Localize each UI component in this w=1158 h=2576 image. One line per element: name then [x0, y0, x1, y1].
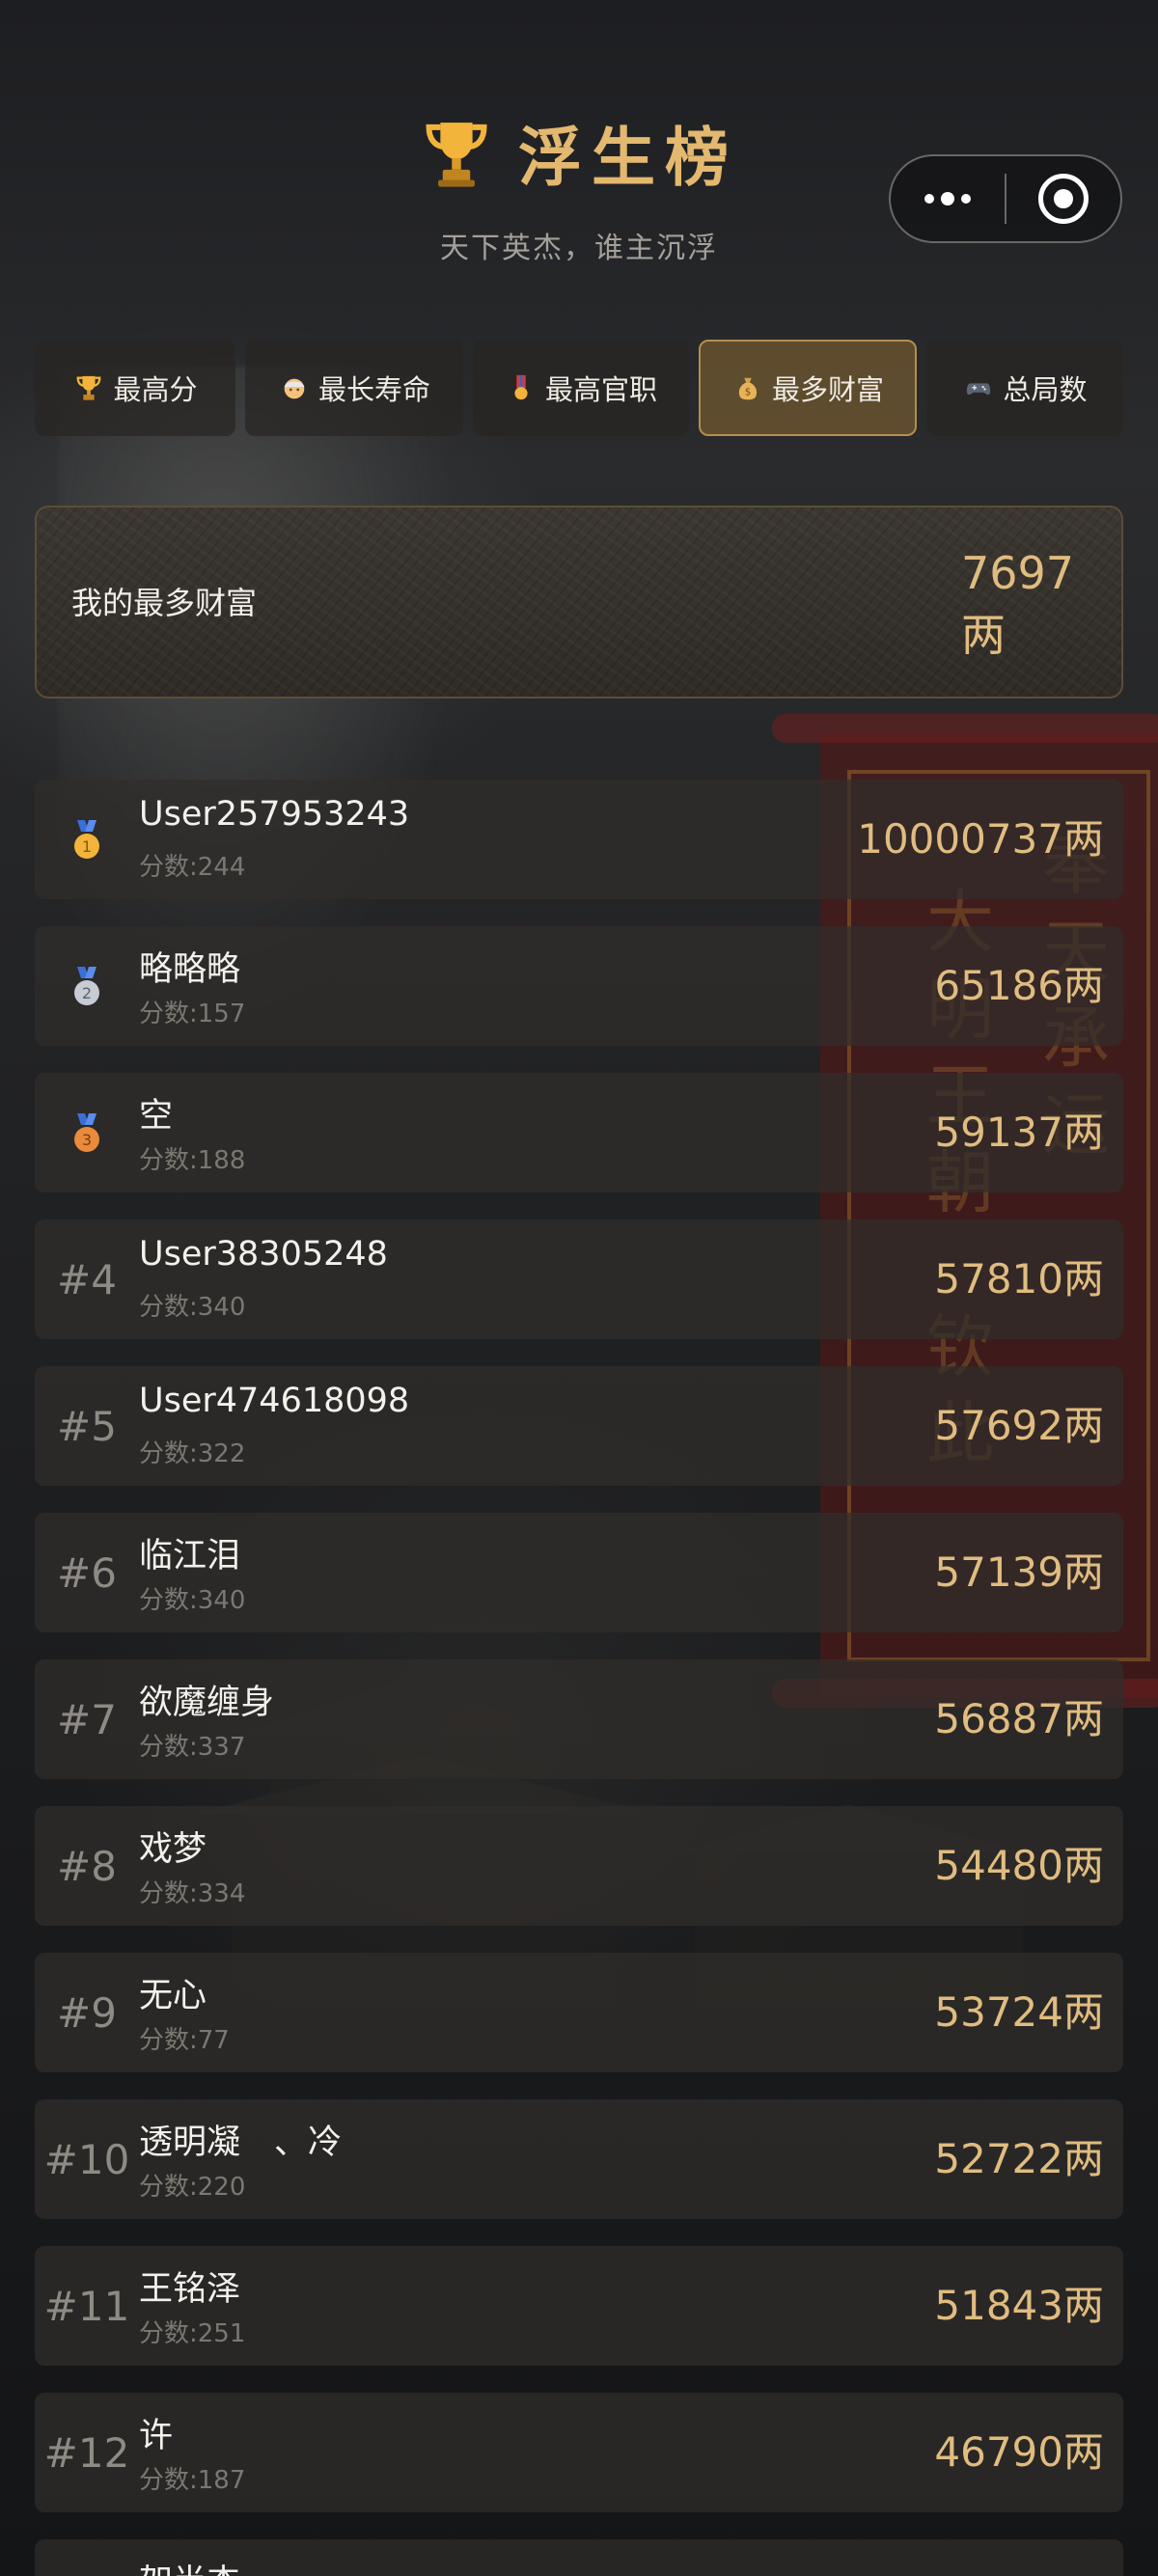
- player-name: 王铭泽: [139, 2270, 241, 2309]
- silver-medal-icon: 2: [74, 967, 99, 1005]
- tab-highest-score[interactable]: 最高分: [35, 340, 235, 436]
- rank-number: #6: [57, 1548, 117, 1597]
- gold-medal-icon: 1: [74, 820, 99, 859]
- player-wealth: 59137两: [934, 1109, 1104, 1156]
- bronze-medal-icon: 3: [74, 1113, 99, 1152]
- rank-number: #9: [57, 1988, 117, 2037]
- game-controller-icon: [962, 373, 995, 403]
- rank-number: #11: [43, 2282, 130, 2330]
- rank-number: #7: [57, 1695, 117, 1743]
- player-wealth: 65186两: [934, 962, 1104, 1009]
- player-wealth: 51843两: [934, 2282, 1104, 2329]
- player-score: 分数:187: [139, 2466, 246, 2495]
- player-name: User38305248: [139, 1235, 388, 1274]
- player-wealth: 46790两: [934, 2428, 1104, 2476]
- rank-number: #5: [57, 1402, 117, 1450]
- player-score: 分数:334: [139, 1879, 246, 1908]
- player-name: 架半杰: [139, 2555, 240, 2576]
- tab-most-wealth[interactable]: $ 最多财富: [699, 340, 917, 436]
- trophy-icon: [72, 373, 105, 403]
- player-name: 欲魔缠身: [139, 1684, 275, 1722]
- player-score: 分数:77: [139, 2026, 230, 2055]
- close-button[interactable]: [1006, 156, 1120, 241]
- category-tabs: 最高分 最长寿命 最高官职 $ 最多财富 总局数: [35, 340, 1123, 438]
- leaderboard-list: 1 User257953243 分数:244 10000737两 2 略略略 分…: [35, 780, 1123, 2576]
- player-score: 分数:251: [139, 2319, 246, 2348]
- leaderboard-row[interactable]: #10 透明凝 、冷 分数:220 52722两: [35, 2099, 1123, 2219]
- player-name: 许: [139, 2417, 174, 2455]
- player-wealth: 52722两: [934, 2135, 1104, 2182]
- leaderboard-row-partial[interactable]: 架半杰: [35, 2539, 1123, 2576]
- mini-program-capsule: [889, 154, 1122, 243]
- rank-number: [35, 2539, 139, 2576]
- leaderboard-row[interactable]: #4 User38305248 分数:340 57810两: [35, 1219, 1123, 1339]
- svg-text:$: $: [745, 387, 752, 398]
- player-score: 分数:188: [139, 1146, 246, 1175]
- player-score: 分数:340: [139, 1586, 246, 1615]
- player-score: 分数:337: [139, 1733, 246, 1762]
- leaderboard-row[interactable]: #5 User474618098 分数:322 57692两: [35, 1366, 1123, 1486]
- player-wealth: 56887两: [934, 1695, 1104, 1742]
- rank-number: #12: [43, 2428, 130, 2477]
- leaderboard-page: 奉 天 承 运 大 明 王 朝 钦 此: [0, 0, 1158, 2576]
- player-name: User257953243: [139, 795, 410, 834]
- target-circle-icon: [1037, 174, 1089, 224]
- trophy-icon: [426, 123, 487, 187]
- player-name: 无心: [139, 1977, 207, 2015]
- player-score: 分数:220: [139, 2173, 246, 2202]
- more-button[interactable]: [891, 156, 1005, 241]
- leaderboard-row[interactable]: 2 略略略 分数:157 65186两: [35, 926, 1123, 1046]
- svg-text:1: 1: [82, 837, 92, 856]
- leaderboard-row[interactable]: 1 User257953243 分数:244 10000737两: [35, 780, 1123, 899]
- player-score: 分数:322: [139, 1439, 246, 1468]
- player-wealth: 57810两: [934, 1255, 1104, 1302]
- player-wealth: 54480两: [934, 1842, 1104, 1889]
- svg-text:2: 2: [82, 984, 92, 1002]
- leaderboard-row[interactable]: #6 临江泪 分数:340 57139两: [35, 1513, 1123, 1632]
- military-medal-icon: [505, 373, 538, 403]
- rank-badge: 1: [35, 780, 139, 899]
- tab-label: 最高分: [113, 373, 198, 406]
- player-name: 透明凝 、冷: [139, 2124, 343, 2162]
- tab-total-games[interactable]: 总局数: [926, 340, 1123, 436]
- leaderboard-row[interactable]: #8 戏梦 分数:334 54480两: [35, 1806, 1123, 1926]
- rank-number: #10: [43, 2135, 130, 2183]
- rank-number: #8: [57, 1842, 117, 1890]
- tab-label: 总局数: [1003, 373, 1088, 406]
- player-score: 分数:244: [139, 853, 246, 882]
- leaderboard-row[interactable]: #12 许 分数:187 46790两: [35, 2393, 1123, 2512]
- tab-label: 最多财富: [771, 373, 884, 406]
- player-name: 空: [139, 1097, 174, 1136]
- svg-text:3: 3: [82, 1131, 92, 1149]
- player-score: 分数:340: [139, 1293, 246, 1322]
- page-title: 浮生榜: [518, 120, 738, 195]
- my-stat-label: 我的最多财富: [71, 585, 258, 621]
- tab-label: 最高官职: [544, 373, 657, 406]
- leaderboard-row[interactable]: #7 欲魔缠身 分数:337 56887两: [35, 1659, 1123, 1779]
- player-name: User474618098: [139, 1382, 410, 1420]
- leaderboard-row[interactable]: #9 无心 分数:77 53724两: [35, 1953, 1123, 2072]
- player-wealth: 57692两: [934, 1402, 1104, 1449]
- my-stat-card: 我的最多财富 7697两: [35, 506, 1123, 699]
- old-man-face-icon: [278, 373, 311, 403]
- player-score: 分数:157: [139, 1000, 246, 1028]
- tab-highest-rank[interactable]: 最高官职: [473, 340, 689, 436]
- player-wealth: 53724两: [934, 1988, 1104, 2036]
- player-name: 临江泪: [139, 1537, 241, 1576]
- player-name: 略略略: [139, 950, 241, 989]
- leaderboard-row[interactable]: #11 王铭泽 分数:251 51843两: [35, 2246, 1123, 2366]
- more-dots-icon: [924, 192, 971, 206]
- rank-badge: 3: [35, 1073, 139, 1192]
- player-name: 戏梦: [139, 1830, 207, 1869]
- player-wealth: 57139两: [934, 1548, 1104, 1596]
- money-bag-icon: $: [731, 373, 764, 403]
- tab-longest-life[interactable]: 最长寿命: [245, 340, 463, 436]
- rank-number: #4: [57, 1255, 117, 1303]
- my-stat-value: 7697两: [961, 547, 1075, 661]
- leaderboard-row[interactable]: 3 空 分数:188 59137两: [35, 1073, 1123, 1192]
- player-wealth: 10000737两: [857, 815, 1104, 863]
- rank-badge: 2: [35, 926, 139, 1046]
- tab-label: 最长寿命: [317, 373, 430, 406]
